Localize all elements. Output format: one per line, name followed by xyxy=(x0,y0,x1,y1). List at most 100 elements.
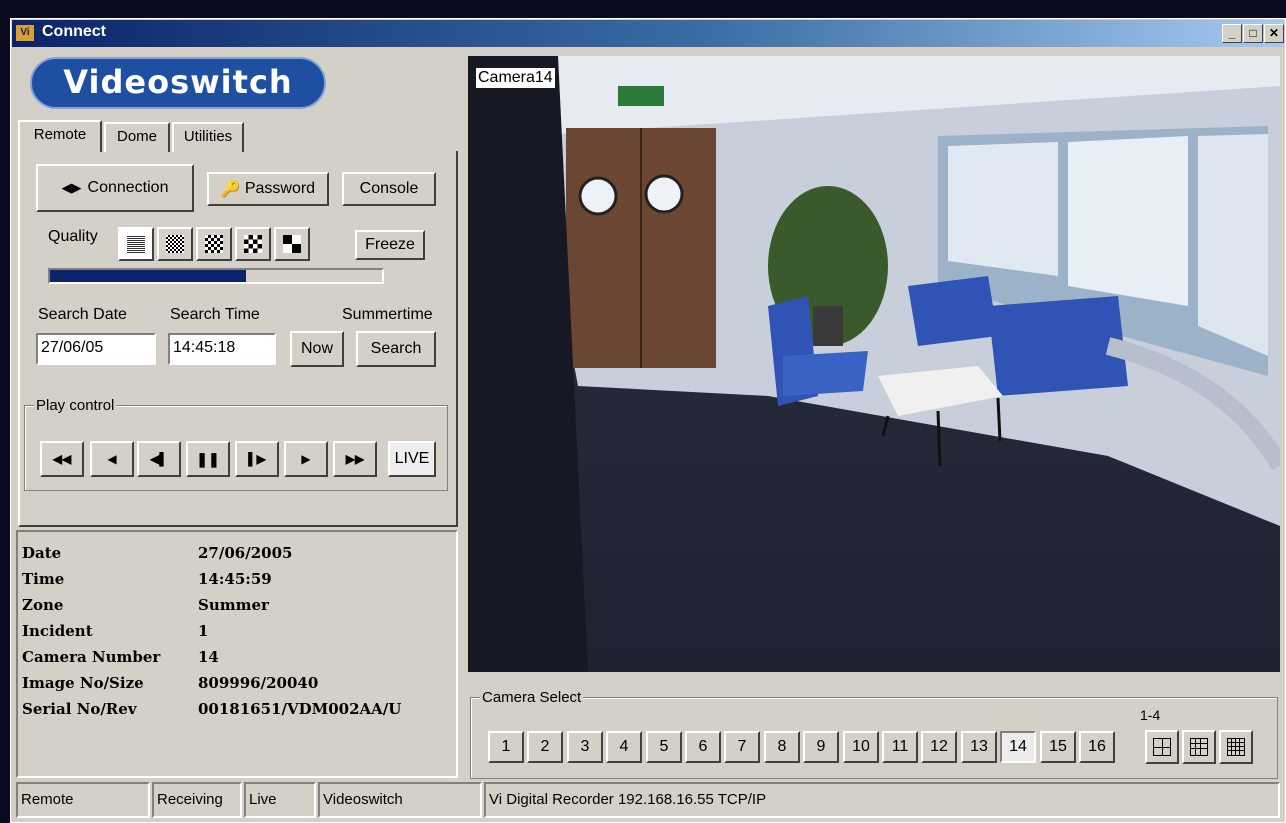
dither-fine-icon xyxy=(127,235,145,253)
play-icon: ▶ xyxy=(301,452,311,466)
camera-image xyxy=(468,56,1280,672)
dither-block-icon xyxy=(283,235,301,253)
password-button[interactable]: 🔑 Password xyxy=(207,172,329,206)
camera-label: Camera14 xyxy=(476,68,555,88)
camera-14-button[interactable]: 14 xyxy=(1000,731,1036,763)
status-receiving: Receiving xyxy=(152,782,242,818)
close-icon[interactable]: ✕ xyxy=(1264,24,1284,43)
dither-coarse-icon xyxy=(244,235,262,253)
info-value: 14:45:59 xyxy=(198,570,272,588)
play-button[interactable]: ▶ xyxy=(284,441,328,477)
rewind-button[interactable]: ◀ xyxy=(90,441,134,477)
grid-3x3-icon xyxy=(1190,738,1208,756)
minimize-icon[interactable]: _ xyxy=(1222,24,1242,43)
step-forward-icon: ▌▶ xyxy=(248,452,266,466)
camera-2-button[interactable]: 2 xyxy=(527,731,563,763)
play-control-label: Play control xyxy=(34,397,117,414)
grid-2x2-icon xyxy=(1153,738,1171,756)
quality-progress-fill xyxy=(50,270,246,282)
search-date-field[interactable]: 27/06/05 xyxy=(36,333,156,365)
info-value: 00181651/VDM002AA/U xyxy=(198,700,402,718)
info-key: Zone xyxy=(22,596,64,614)
quality-label: Quality xyxy=(48,228,98,245)
fast-rewind-button[interactable]: ◀◀ xyxy=(40,441,84,477)
connection-arrows-icon: ◀▶ xyxy=(61,180,82,195)
camera-5-button[interactable]: 5 xyxy=(646,731,682,763)
quality-medium-button[interactable] xyxy=(196,227,232,261)
step-forward-button[interactable]: ▌▶ xyxy=(235,441,279,477)
info-value: 14 xyxy=(198,648,219,666)
camera-11-button[interactable]: 11 xyxy=(882,731,918,763)
search-time-field[interactable]: 14:45:18 xyxy=(168,333,276,365)
layout-3x3-button[interactable] xyxy=(1182,730,1216,764)
quality-finest-button[interactable] xyxy=(118,227,154,261)
tab-dome[interactable]: Dome xyxy=(104,122,170,152)
camera-9-button[interactable]: 9 xyxy=(803,731,839,763)
status-live: Live xyxy=(244,782,316,818)
camera-12-button[interactable]: 12 xyxy=(921,731,957,763)
now-button[interactable]: Now xyxy=(290,331,344,367)
info-key: Serial No/Rev xyxy=(22,700,137,718)
summertime-label: Summertime xyxy=(342,306,433,323)
quality-progress-bar xyxy=(48,268,384,284)
dither-icon xyxy=(166,235,184,253)
info-key: Incident xyxy=(22,622,93,640)
search-date-label: Search Date xyxy=(38,306,127,323)
info-keys: Date Time Zone Incident Camera Number Im… xyxy=(22,540,160,722)
status-mode: Remote xyxy=(16,782,150,818)
connection-button[interactable]: ◀▶ Connection xyxy=(36,164,194,212)
status-brand: Videoswitch xyxy=(318,782,482,818)
camera-13-button[interactable]: 13 xyxy=(961,731,997,763)
maximize-icon[interactable]: □ xyxy=(1243,24,1263,43)
rewind-icon: ◀ xyxy=(107,452,117,466)
camera-6-button[interactable]: 6 xyxy=(685,731,721,763)
search-button[interactable]: Search xyxy=(356,331,436,367)
grid-4x4-icon xyxy=(1227,738,1245,756)
pause-icon: ❚❚ xyxy=(196,450,220,467)
layout-4x4-button[interactable] xyxy=(1219,730,1253,764)
camera-range-label: 1-4 xyxy=(1140,707,1161,723)
layout-2x2-button[interactable] xyxy=(1145,730,1179,764)
fast-rewind-icon: ◀◀ xyxy=(52,452,72,466)
tab-remote[interactable]: Remote xyxy=(18,120,102,152)
camera-select-label: Camera Select xyxy=(480,689,584,706)
quality-lowest-button[interactable] xyxy=(274,227,310,261)
video-view[interactable]: Camera14 xyxy=(468,56,1280,672)
status-connection: Vi Digital Recorder 192.168.16.55 TCP/IP xyxy=(484,782,1280,818)
camera-4-button[interactable]: 4 xyxy=(606,731,642,763)
info-key: Image No/Size xyxy=(22,674,144,692)
info-value: 1 xyxy=(198,622,209,640)
camera-15-button[interactable]: 15 xyxy=(1040,731,1076,763)
key-icon: 🔑 xyxy=(220,181,241,198)
camera-10-button[interactable]: 10 xyxy=(843,731,879,763)
app-icon: Vi xyxy=(16,25,34,41)
info-key: Time xyxy=(22,570,65,588)
window-title: Connect xyxy=(42,23,106,40)
info-values: 27/06/2005 14:45:59 Summer 1 14 809996/2… xyxy=(198,540,401,722)
camera-1-button[interactable]: 1 xyxy=(488,731,524,763)
quality-low-button[interactable] xyxy=(235,227,271,261)
camera-3-button[interactable]: 3 xyxy=(567,731,603,763)
dither-medium-icon xyxy=(205,235,223,253)
info-value: 809996/20040 xyxy=(198,674,319,692)
title-bar[interactable]: Vi Connect _ □ ✕ xyxy=(12,20,1284,47)
console-button[interactable]: Console xyxy=(342,172,436,206)
camera-7-button[interactable]: 7 xyxy=(724,731,760,763)
camera-16-button[interactable]: 16 xyxy=(1079,731,1115,763)
quality-fine-button[interactable] xyxy=(157,227,193,261)
info-key: Date xyxy=(22,544,62,562)
step-back-icon: ◀▌ xyxy=(150,452,168,466)
info-value: Summer xyxy=(198,596,269,614)
info-value: 27/06/2005 xyxy=(198,544,293,562)
pause-button[interactable]: ❚❚ xyxy=(186,441,230,477)
live-button[interactable]: LIVE xyxy=(388,441,436,477)
camera-8-button[interactable]: 8 xyxy=(764,731,800,763)
step-back-button[interactable]: ◀▌ xyxy=(137,441,181,477)
search-time-label: Search Time xyxy=(170,306,260,323)
freeze-button[interactable]: Freeze xyxy=(355,230,425,260)
videoswitch-logo: Videoswitch xyxy=(30,57,326,109)
fast-forward-icon: ▶▶ xyxy=(345,452,365,466)
tab-utilities[interactable]: Utilities xyxy=(172,122,244,152)
fast-forward-button[interactable]: ▶▶ xyxy=(333,441,377,477)
info-key: Camera Number xyxy=(22,648,161,666)
